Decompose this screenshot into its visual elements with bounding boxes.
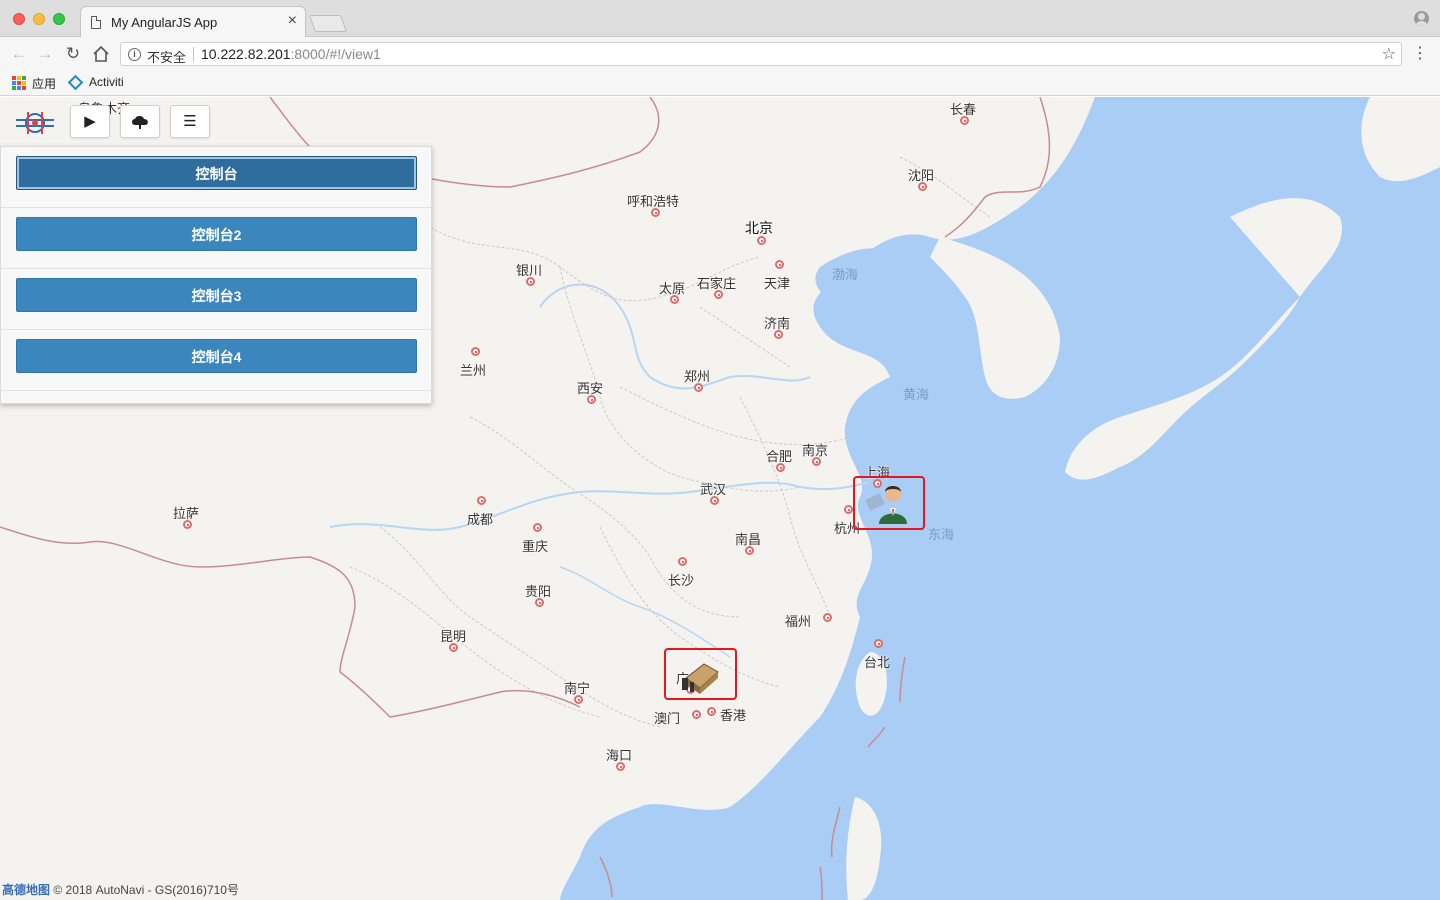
browser-menu-button[interactable]: ⋮	[1412, 44, 1428, 64]
city-marker	[694, 383, 703, 392]
city-marker	[844, 505, 853, 514]
city-label: 北京	[745, 220, 773, 236]
console-panel: 控制台 控制台2 控制台3 控制台4	[0, 146, 432, 404]
map-copyright: 高德地图 © 2018 AutoNavi - GS(2016)710号	[2, 881, 239, 898]
bookmark-star-icon[interactable]: ☆	[1382, 44, 1396, 64]
city-label: 澳门	[654, 711, 681, 726]
tab-close-button[interactable]: ×	[288, 12, 297, 30]
city-label: 香港	[720, 708, 747, 723]
cloud-upload-icon	[132, 116, 148, 129]
window-minimize-button[interactable]	[33, 13, 45, 25]
city-label: 太原	[659, 281, 686, 296]
browser-tab-bar: My AngularJS App ×	[0, 0, 1440, 37]
url-text[interactable]: 10.222.82.201:8000/#!/view1	[201, 46, 381, 62]
url-path: :8000/#!/view1	[290, 46, 381, 62]
app-logo-icon	[16, 112, 54, 134]
city-marker	[812, 457, 821, 466]
city-marker	[533, 523, 542, 532]
upload-button[interactable]	[120, 105, 160, 138]
url-host: 10.222.82.201	[201, 46, 291, 62]
hamburger-icon: ☰	[183, 113, 197, 130]
machine-icon	[682, 663, 719, 694]
city-label: 兰州	[460, 363, 487, 378]
person-icon	[865, 486, 907, 524]
city-marker	[776, 463, 785, 472]
city-marker	[757, 236, 766, 245]
reload-button[interactable]: ↻	[62, 43, 84, 65]
city-marker	[692, 710, 701, 719]
play-icon: ▶	[84, 113, 96, 130]
menu-button[interactable]: ☰	[170, 105, 210, 138]
bookmarks-bar: 应用 Activiti	[0, 71, 1440, 96]
info-icon[interactable]: i	[128, 48, 141, 61]
city-marker	[707, 707, 716, 716]
city-marker	[526, 277, 535, 286]
city-marker	[471, 347, 480, 356]
amap-logo[interactable]: 高德地图	[2, 883, 50, 897]
city-marker	[745, 546, 754, 555]
home-button[interactable]	[90, 43, 112, 65]
city-marker	[616, 762, 625, 771]
new-tab-button[interactable]	[308, 15, 348, 32]
bookmark-apps[interactable]: 应用	[32, 75, 56, 92]
city-marker	[874, 639, 883, 648]
agent-marker-shanghai[interactable]	[853, 476, 925, 530]
copyright-text: © 2018 AutoNavi - GS(2016)710号	[53, 883, 239, 897]
city-marker	[823, 613, 832, 622]
city-marker	[918, 182, 927, 191]
city-label: 长沙	[668, 573, 695, 588]
city-label: 福州	[785, 614, 812, 629]
city-marker	[710, 496, 719, 505]
city-marker	[574, 695, 583, 704]
city-label: 重庆	[522, 539, 549, 554]
sea-label: 渤海	[832, 267, 859, 282]
city-marker	[477, 496, 486, 505]
console-button-4[interactable]: 控制台4	[16, 339, 417, 373]
sea-label: 东海	[928, 527, 955, 542]
city-marker	[960, 116, 969, 125]
document-icon	[91, 16, 101, 29]
forward-button[interactable]: →	[34, 43, 56, 65]
city-marker	[774, 330, 783, 339]
app-logo	[14, 108, 56, 138]
city-marker	[449, 643, 458, 652]
window-maximize-button[interactable]	[53, 13, 65, 25]
address-bar[interactable]: i 不安全 10.222.82.201:8000/#!/view1 ☆	[120, 42, 1402, 66]
activiti-diamond-icon	[67, 74, 84, 91]
panel-row: 控制台	[1, 147, 431, 208]
city-marker	[670, 295, 679, 304]
city-marker	[651, 208, 660, 217]
panel-row: 控制台3	[1, 269, 431, 330]
security-label[interactable]: 不安全	[147, 47, 186, 66]
city-marker	[678, 557, 687, 566]
console-button-1[interactable]: 控制台	[16, 156, 417, 190]
device-marker-guangzhou[interactable]	[664, 648, 737, 700]
window-close-button[interactable]	[13, 13, 25, 25]
console-button-2[interactable]: 控制台2	[16, 217, 417, 251]
console-button-3[interactable]: 控制台3	[16, 278, 417, 312]
city-label: 台北	[864, 655, 891, 670]
browser-tab[interactable]: My AngularJS App ×	[80, 6, 306, 37]
play-button[interactable]: ▶	[70, 105, 110, 138]
panel-row: 控制台2	[1, 208, 431, 269]
city-label: 呼和浩特	[627, 194, 680, 209]
city-marker	[714, 290, 723, 299]
apps-grid-icon[interactable]	[12, 76, 26, 90]
back-button[interactable]: ←	[8, 43, 30, 65]
city-marker	[535, 598, 544, 607]
city-marker	[775, 260, 784, 269]
tab-title: My AngularJS App	[111, 15, 218, 30]
panel-row: 控制台4	[1, 330, 431, 391]
home-icon	[93, 45, 109, 62]
city-label: 成都	[467, 512, 494, 527]
profile-icon[interactable]	[1414, 11, 1429, 26]
city-label: 天津	[764, 276, 791, 291]
city-marker	[587, 395, 596, 404]
sea-label: 黄海	[903, 387, 930, 402]
separator	[193, 47, 194, 62]
bookmark-activiti[interactable]: Activiti	[89, 75, 124, 89]
city-marker	[183, 520, 192, 529]
browser-toolbar: ← → ↻ i 不安全 10.222.82.201:8000/#!/view1 …	[0, 37, 1440, 71]
